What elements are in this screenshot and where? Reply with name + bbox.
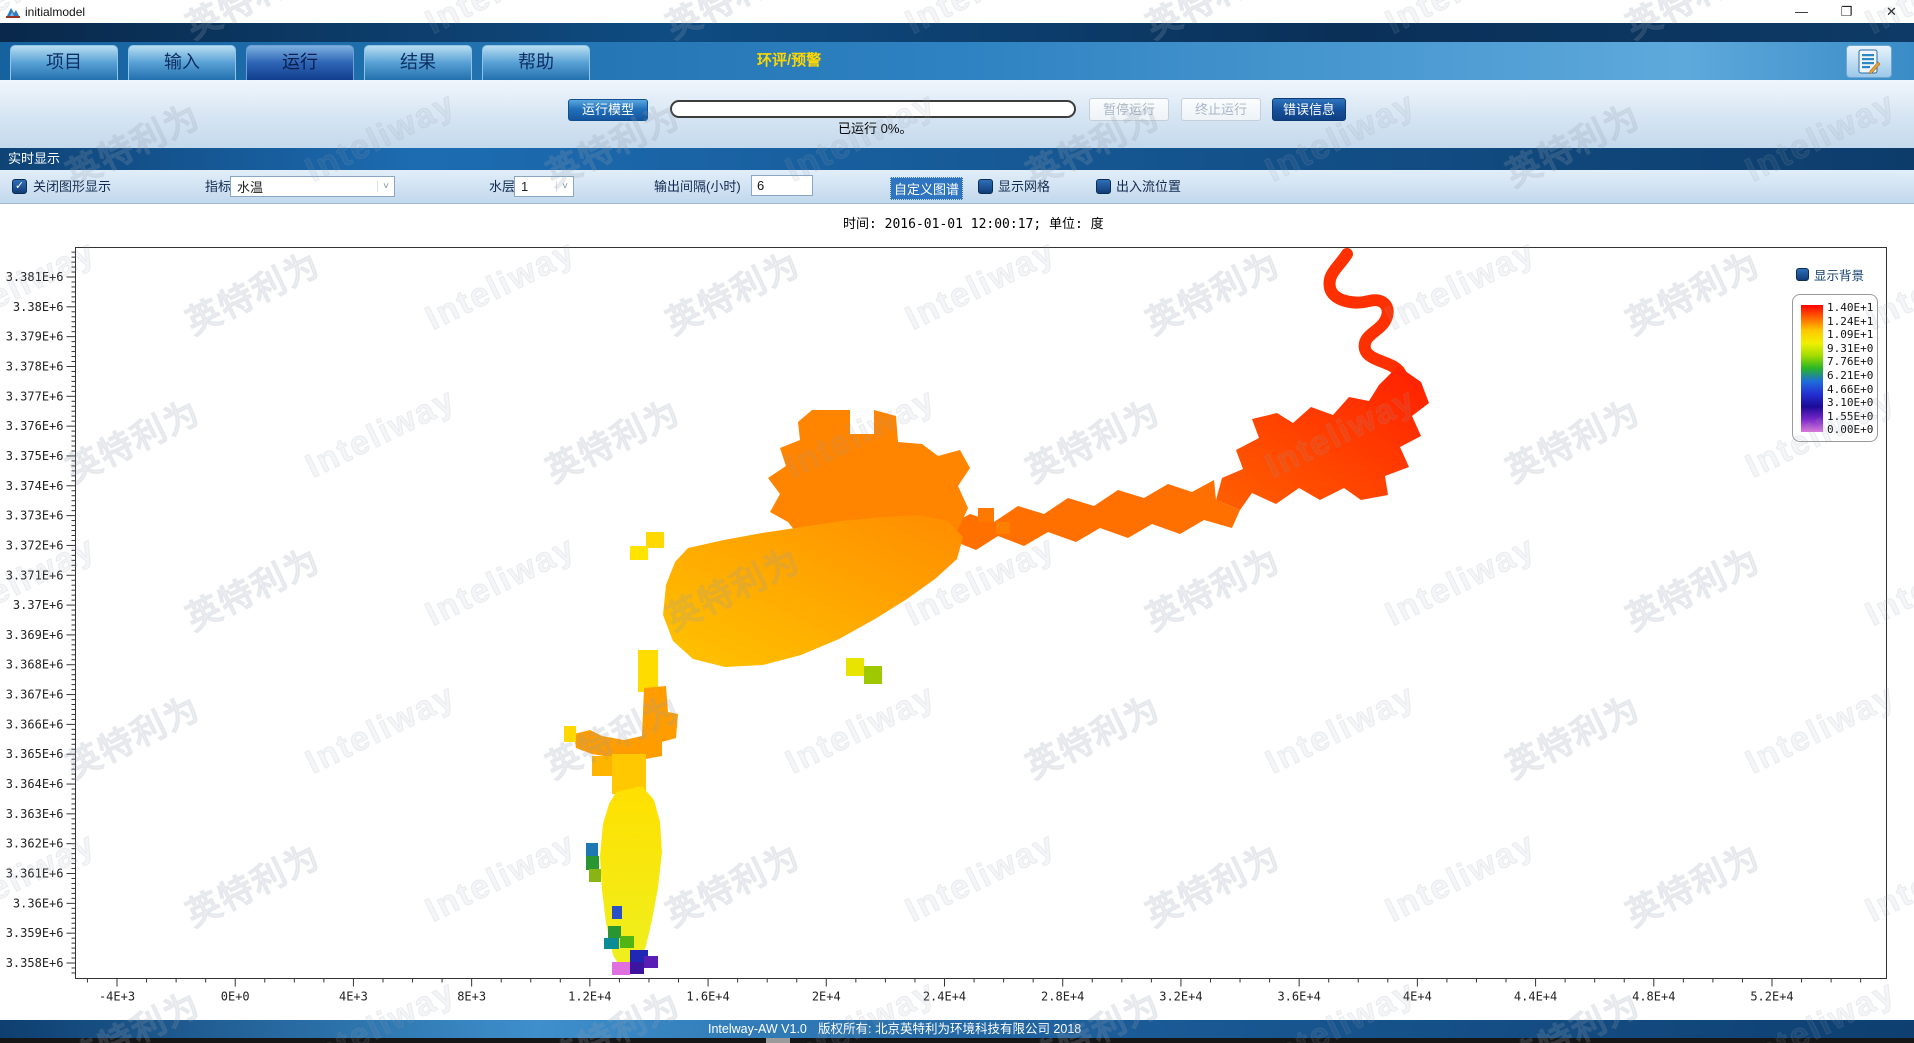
svg-text:4.4E+4: 4.4E+4 <box>1514 990 1557 1004</box>
statusbar: Intelway-AW V1.0 版权所有: 北京英特利为环境科技有限公司 20… <box>0 1020 1914 1038</box>
svg-text:3.379E+6: 3.379E+6 <box>6 330 64 344</box>
legend-value: 1.40E+1 <box>1827 301 1873 315</box>
svg-text:3.6E+4: 3.6E+4 <box>1277 990 1320 1004</box>
svg-text:3.372E+6: 3.372E+6 <box>6 538 64 552</box>
svg-text:3.366E+6: 3.366E+6 <box>6 717 64 731</box>
chart-canvas: 3.381E+6 3.38E+6 3.379E+6 3.378E+6 3.377E+6 3… <box>0 0 1914 1043</box>
svg-text:8E+3: 8E+3 <box>457 990 486 1004</box>
svg-text:4E+3: 4E+3 <box>339 990 368 1004</box>
svg-text:4.8E+4: 4.8E+4 <box>1632 990 1675 1004</box>
svg-text:3.36E+6: 3.36E+6 <box>13 896 64 910</box>
legend-value: 1.09E+1 <box>1827 328 1873 342</box>
show-background-checkbox[interactable] <box>1796 268 1809 281</box>
svg-text:3.373E+6: 3.373E+6 <box>6 509 64 523</box>
svg-text:3.363E+6: 3.363E+6 <box>6 807 64 821</box>
bottom-notch <box>766 1038 790 1043</box>
legend-value: 3.10E+0 <box>1827 396 1873 410</box>
window-title: initialmodel <box>25 5 85 19</box>
copyright-label: 版权所有: 北京英特利为环境科技有限公司 2018 <box>818 1020 1081 1038</box>
legend-value: 4.66E+0 <box>1827 383 1873 397</box>
svg-text:3.358E+6: 3.358E+6 <box>6 956 64 970</box>
titlebar: initialmodel — ❐ ✕ <box>0 0 1914 23</box>
temperature-field <box>564 254 1429 975</box>
version-label: Intelway-AW V1.0 <box>708 1020 807 1038</box>
svg-text:3.378E+6: 3.378E+6 <box>6 359 64 373</box>
svg-text:-4E+3: -4E+3 <box>99 990 135 1004</box>
plot-frame <box>76 248 1887 979</box>
svg-text:3.371E+6: 3.371E+6 <box>6 568 64 582</box>
minimize-button[interactable]: — <box>1779 0 1824 23</box>
legend-value: 7.76E+0 <box>1827 355 1873 369</box>
svg-text:1.6E+4: 1.6E+4 <box>686 990 729 1004</box>
legend-box: 1.40E+11.24E+11.09E+19.31E+07.76E+06.21E… <box>1792 294 1878 442</box>
svg-text:3.365E+6: 3.365E+6 <box>6 747 64 761</box>
svg-text:3.2E+4: 3.2E+4 <box>1159 990 1202 1004</box>
legend-values: 1.40E+11.24E+11.09E+19.31E+07.76E+06.21E… <box>1827 301 1873 437</box>
svg-text:3.381E+6: 3.381E+6 <box>6 270 64 284</box>
svg-text:3.364E+6: 3.364E+6 <box>6 777 64 791</box>
app-icon <box>6 5 20 18</box>
svg-text:5.2E+4: 5.2E+4 <box>1750 990 1793 1004</box>
legend-value: 1.24E+1 <box>1827 315 1873 329</box>
window-bottom-edge <box>0 1038 1914 1043</box>
svg-text:3.361E+6: 3.361E+6 <box>6 867 64 881</box>
legend-value: 1.55E+0 <box>1827 410 1873 424</box>
legend-value: 6.21E+0 <box>1827 369 1873 383</box>
legend-value: 0.00E+0 <box>1827 423 1873 437</box>
svg-text:2.8E+4: 2.8E+4 <box>1041 990 1084 1004</box>
svg-text:3.367E+6: 3.367E+6 <box>6 688 64 702</box>
close-button[interactable]: ✕ <box>1869 0 1914 23</box>
svg-text:3.369E+6: 3.369E+6 <box>6 628 64 642</box>
svg-text:3.368E+6: 3.368E+6 <box>6 658 64 672</box>
restore-button[interactable]: ❐ <box>1824 0 1869 23</box>
svg-text:4E+4: 4E+4 <box>1403 990 1432 1004</box>
svg-text:0E+0: 0E+0 <box>221 990 250 1004</box>
svg-text:3.38E+6: 3.38E+6 <box>13 300 64 314</box>
legend-value: 9.31E+0 <box>1827 342 1873 356</box>
svg-text:2E+4: 2E+4 <box>812 990 841 1004</box>
svg-text:3.377E+6: 3.377E+6 <box>6 389 64 403</box>
svg-text:3.375E+6: 3.375E+6 <box>6 449 64 463</box>
axis-ticks: 3.381E+6 3.38E+6 3.379E+6 3.378E+6 3.377E+6 3… <box>6 252 1861 1003</box>
svg-text:3.362E+6: 3.362E+6 <box>6 837 64 851</box>
svg-text:2.4E+4: 2.4E+4 <box>923 990 966 1004</box>
svg-text:3.359E+6: 3.359E+6 <box>6 926 64 940</box>
svg-text:3.374E+6: 3.374E+6 <box>6 479 64 493</box>
legend-colorbar <box>1801 305 1823 432</box>
show-background-label: 显示背景 <box>1814 265 1864 284</box>
svg-text:3.376E+6: 3.376E+6 <box>6 419 64 433</box>
svg-text:1.2E+4: 1.2E+4 <box>568 990 611 1004</box>
svg-text:3.37E+6: 3.37E+6 <box>13 598 64 612</box>
